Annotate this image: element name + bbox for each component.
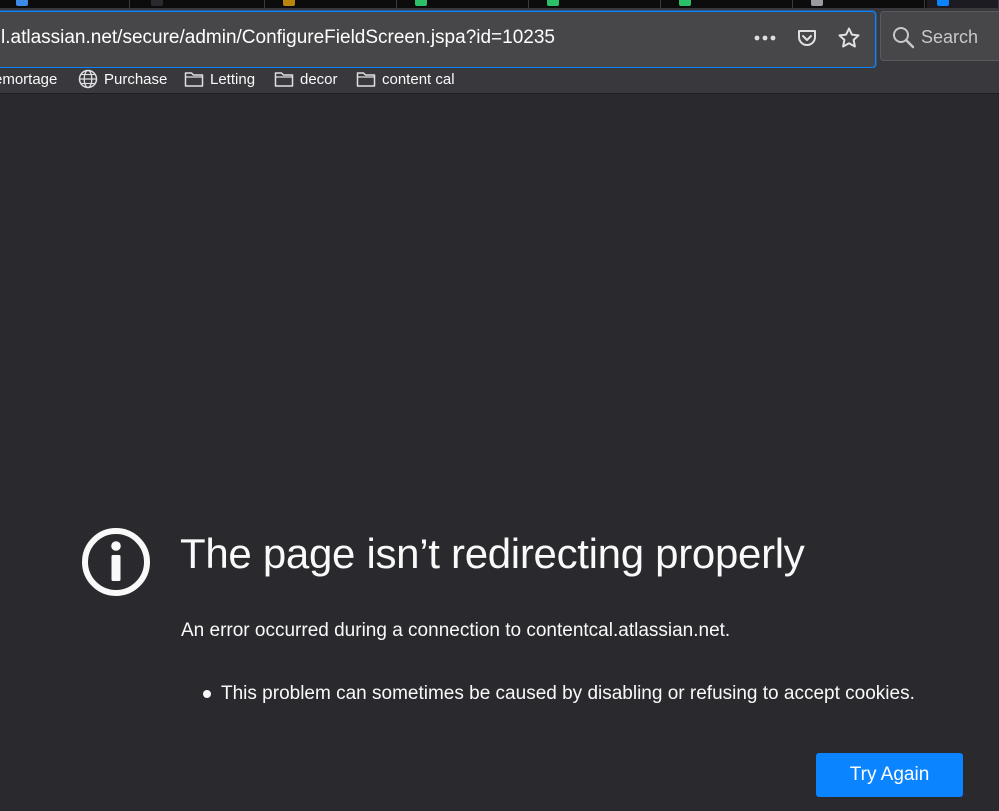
search-box[interactable]: Search <box>880 11 999 61</box>
info-icon <box>81 527 151 597</box>
url-text[interactable]: l.atlassian.net/secure/admin/ConfigureFi… <box>1 27 555 49</box>
tab-favicon-icon <box>679 0 691 6</box>
star-icon[interactable] <box>837 26 861 50</box>
nav-toolbar: l.atlassian.net/secure/admin/ConfigureFi… <box>0 8 999 68</box>
bookmarks-toolbar: emortage Purchase Letting decor content … <box>0 68 999 94</box>
address-bar[interactable]: l.atlassian.net/secure/admin/ConfigureFi… <box>0 11 876 68</box>
browser-tab[interactable] <box>795 0 925 8</box>
page-actions <box>753 26 861 50</box>
folder-icon <box>356 69 376 89</box>
browser-tab[interactable] <box>135 0 265 8</box>
tab-favicon-icon <box>415 0 427 6</box>
error-description: An error occurred during a connection to… <box>181 620 731 641</box>
bookmark-item[interactable]: Purchase <box>78 68 167 90</box>
pocket-icon[interactable] <box>795 26 819 50</box>
browser-tab[interactable] <box>267 0 397 8</box>
folder-icon <box>274 69 294 89</box>
bookmark-label: Purchase <box>104 70 168 88</box>
bookmark-label: decor <box>300 70 338 88</box>
browser-tab-active[interactable] <box>927 0 999 8</box>
bookmark-item[interactable]: emortage <box>0 68 57 90</box>
tab-favicon-icon <box>283 0 295 6</box>
globe-icon <box>78 69 98 89</box>
list-item: This problem can sometimes be caused by … <box>203 683 915 705</box>
search-icon <box>891 25 915 49</box>
bookmark-label: content cal <box>382 70 455 88</box>
browser-tab[interactable] <box>663 0 793 8</box>
more-actions-icon[interactable] <box>753 26 777 50</box>
browser-tab[interactable] <box>531 0 661 8</box>
tab-favicon-icon <box>811 0 823 6</box>
error-title: The page isn’t redirecting properly <box>180 530 805 577</box>
bookmark-folder[interactable]: Letting <box>184 68 255 90</box>
browser-tab[interactable] <box>399 0 529 8</box>
try-again-button[interactable]: Try Again <box>816 753 963 797</box>
tab-strip <box>0 0 999 8</box>
suggestion-text: This problem can sometimes be caused by … <box>221 683 915 704</box>
browser-tab[interactable] <box>0 0 130 8</box>
bullet-icon <box>203 690 211 698</box>
search-placeholder: Search <box>921 27 979 47</box>
tab-favicon-icon <box>937 0 949 6</box>
bookmark-label: emortage <box>0 70 58 88</box>
folder-icon <box>184 69 204 89</box>
bookmark-label: Letting <box>210 70 256 88</box>
tab-favicon-icon <box>16 0 28 6</box>
error-suggestions: This problem can sometimes be caused by … <box>203 683 915 705</box>
bookmark-folder[interactable]: content cal <box>356 68 455 90</box>
tab-favicon-icon <box>547 0 559 6</box>
bookmark-folder[interactable]: decor <box>274 68 338 90</box>
tab-favicon-icon <box>151 0 163 6</box>
